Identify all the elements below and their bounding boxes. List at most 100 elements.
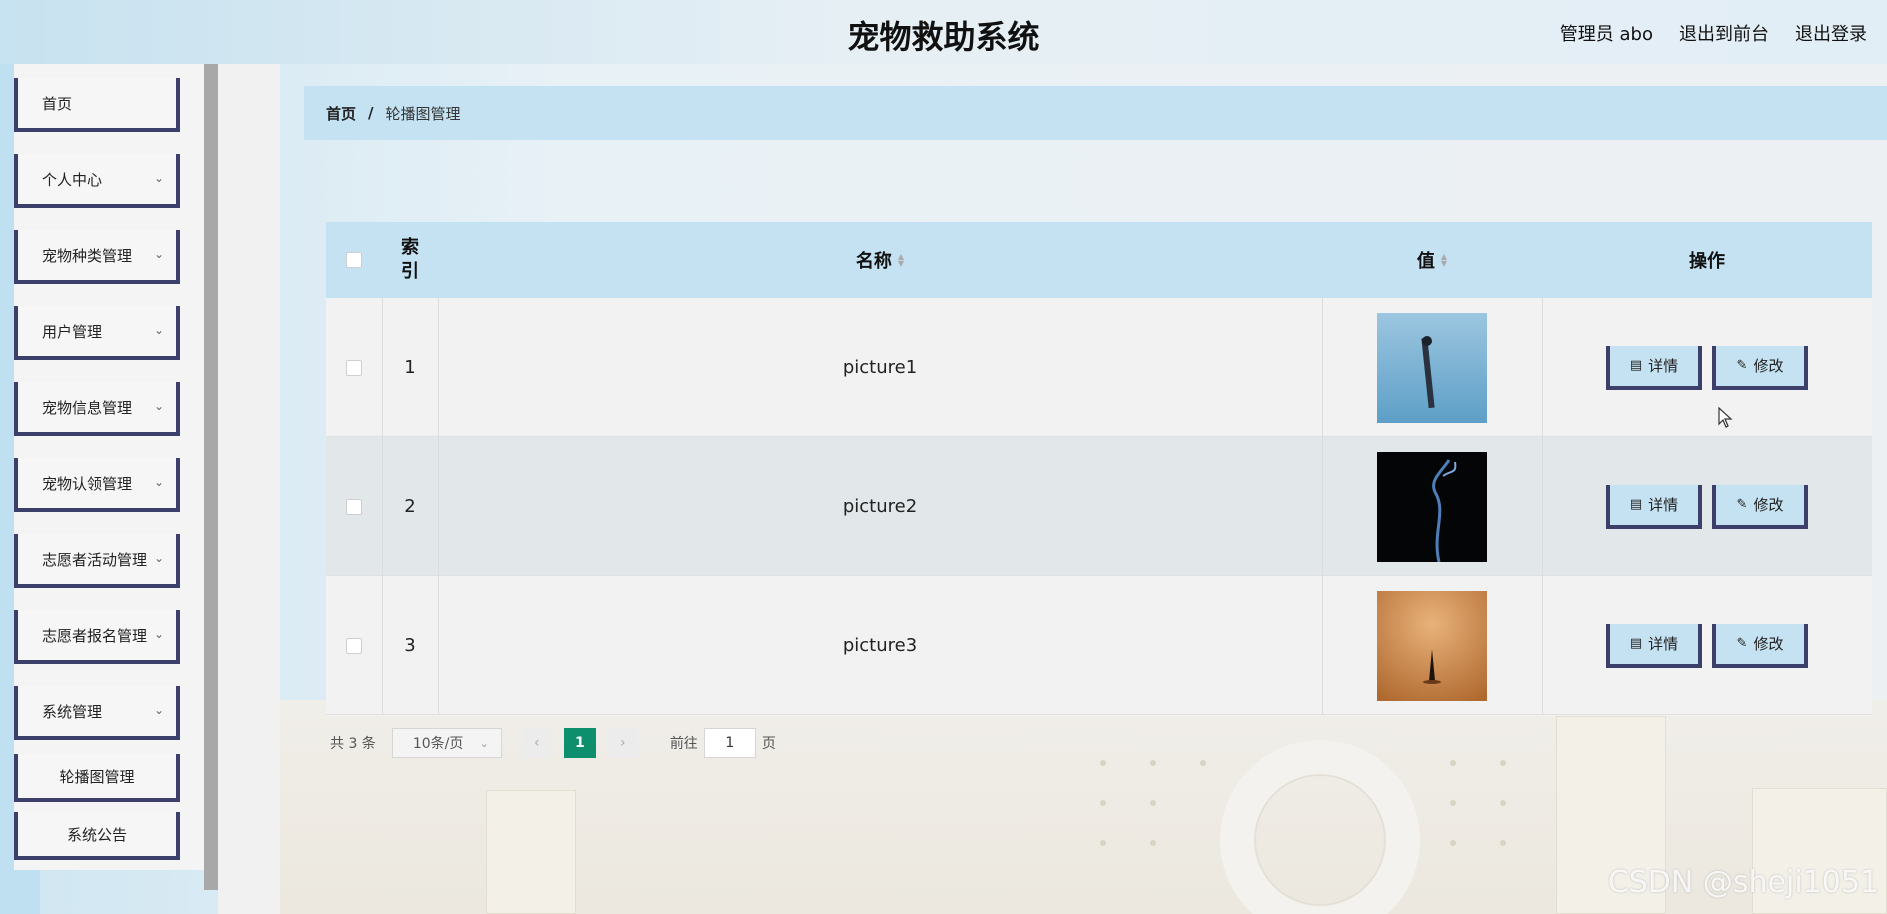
exit-to-front-link[interactable]: 退出到前台 xyxy=(1679,20,1769,46)
mouse-cursor-icon xyxy=(1718,407,1733,428)
watermark: CSDN @sheji1051 xyxy=(1607,865,1879,900)
chevron-down-icon: ⌄ xyxy=(153,399,164,413)
sidebar-item-home[interactable]: 首页 xyxy=(14,78,180,132)
edit-button[interactable]: ✎ 修改 xyxy=(1712,345,1808,390)
sidebar-item-volunteer-signup[interactable]: 志愿者报名管理 ⌄ xyxy=(14,610,180,664)
sidebar-item-volunteer-activity[interactable]: 志愿者活动管理 ⌄ xyxy=(14,534,180,588)
document-icon: ▤ xyxy=(1629,497,1643,512)
chevron-down-icon: ⌄ xyxy=(153,551,164,565)
carousel-thumbnail[interactable] xyxy=(1377,590,1487,701)
edit-label: 修改 xyxy=(1753,635,1784,653)
header-links: 管理员 abo 退出到前台 退出登录 xyxy=(1560,20,1867,46)
select-all-cell xyxy=(326,222,382,298)
header-actions: 操作 xyxy=(1542,222,1872,298)
breadcrumb-home[interactable]: 首页 xyxy=(326,103,356,124)
pencil-icon: ✎ xyxy=(1736,358,1748,373)
detail-button[interactable]: ▤ 详情 xyxy=(1606,623,1702,668)
row-name: picture3 xyxy=(842,635,918,656)
top-header: 宠物救助系统 管理员 abo 退出到前台 退出登录 xyxy=(0,0,1887,64)
row-index: 1 xyxy=(404,357,416,378)
header-name[interactable]: 名称 ▲ ▼ xyxy=(438,222,1322,298)
total-count: 共 3 条 xyxy=(330,736,376,752)
detail-label: 详情 xyxy=(1648,357,1679,375)
header-value-label: 值 xyxy=(1416,251,1435,272)
goto-prefix: 前往 xyxy=(669,736,698,752)
sidebar-item-label: 用户管理 xyxy=(42,322,103,341)
chevron-right-icon: › xyxy=(620,735,626,751)
carousel-thumbnail[interactable] xyxy=(1377,451,1487,562)
pencil-icon: ✎ xyxy=(1736,497,1748,512)
edit-label: 修改 xyxy=(1753,496,1784,514)
sidebar-item-label: 系统管理 xyxy=(42,702,103,721)
edit-label: 修改 xyxy=(1753,357,1784,375)
header-name-label: 名称 xyxy=(855,251,892,272)
sidebar-item-label: 轮播图管理 xyxy=(59,767,135,786)
sidebar-item-carousel[interactable]: 轮播图管理 xyxy=(14,754,180,802)
row-name: picture2 xyxy=(842,496,918,517)
header-actions-label: 操作 xyxy=(1689,251,1725,272)
sidebar-item-pet-category[interactable]: 宠物种类管理 ⌄ xyxy=(14,230,180,284)
table-row: 3 picture3 ▤ 详情 ✎ 修改 xyxy=(326,576,1872,715)
breadcrumb-separator: / xyxy=(368,104,374,122)
sidebar-item-label: 宠物认领管理 xyxy=(42,474,133,493)
header-value[interactable]: 值 ▲ ▼ xyxy=(1322,222,1542,298)
edit-button[interactable]: ✎ 修改 xyxy=(1712,623,1808,668)
chevron-down-icon: ⌄ xyxy=(153,323,164,337)
row-checkbox[interactable] xyxy=(346,637,362,654)
sidebar-item-label: 宠物信息管理 xyxy=(42,398,133,417)
chevron-left-icon: ‹ xyxy=(534,735,540,751)
table-row: 2 picture2 ▤ 详情 ✎ 修改 xyxy=(326,437,1872,576)
goto-page-input[interactable]: 1 xyxy=(703,728,756,758)
header-index-label: 索引 xyxy=(401,237,419,282)
table-row: 1 picture1 ▤ 详情 ✎ 修改 xyxy=(326,298,1872,437)
header-index: 索引 xyxy=(382,222,438,298)
detail-button[interactable]: ▤ 详情 xyxy=(1606,484,1702,529)
sidebar-item-users[interactable]: 用户管理 ⌄ xyxy=(14,306,180,360)
sidebar-item-label: 志愿者活动管理 xyxy=(42,550,148,569)
sidebar-item-label: 宠物种类管理 xyxy=(42,246,133,265)
pagination: 共 3 条 10条/页 ⌄ ‹ 1 › 前往 1 页 xyxy=(330,728,776,758)
row-index: 3 xyxy=(404,635,416,656)
sidebar-gap xyxy=(218,64,280,914)
sort-icon[interactable]: ▲ ▼ xyxy=(1441,253,1447,268)
detail-button[interactable]: ▤ 详情 xyxy=(1606,345,1702,390)
select-all-checkbox[interactable] xyxy=(346,252,362,268)
page-size-value: 10条/页 xyxy=(412,736,464,752)
page-size-select[interactable]: 10条/页 ⌄ xyxy=(391,728,502,758)
sidebar-item-label: 首页 xyxy=(42,94,73,113)
detail-label: 详情 xyxy=(1648,635,1679,653)
sort-icon[interactable]: ▲ ▼ xyxy=(898,253,904,268)
page-1-button[interactable]: 1 xyxy=(563,728,596,758)
chevron-down-icon: ⌄ xyxy=(153,247,164,261)
pencil-icon: ✎ xyxy=(1736,636,1748,651)
chevron-down-icon: ⌄ xyxy=(153,703,164,717)
table-header: 索引 名称 ▲ ▼ 值 ▲ ▼ 操作 xyxy=(326,222,1872,298)
document-icon: ▤ xyxy=(1629,358,1643,373)
sidebar-item-label: 个人中心 xyxy=(42,170,103,189)
breadcrumb: 首页 / 轮播图管理 xyxy=(304,86,1887,140)
sidebar-item-system[interactable]: 系统管理 ⌄ xyxy=(14,686,180,740)
sidebar-item-pet-info[interactable]: 宠物信息管理 ⌄ xyxy=(14,382,180,436)
chevron-down-icon: ⌄ xyxy=(479,736,489,750)
background-block xyxy=(486,790,576,914)
next-page-button[interactable]: › xyxy=(607,728,638,758)
sidebar-item-announcement[interactable]: 系统公告 xyxy=(14,812,180,860)
chevron-down-icon: ⌄ xyxy=(153,171,164,185)
admin-user-label[interactable]: 管理员 abo xyxy=(1560,20,1653,46)
row-checkbox[interactable] xyxy=(346,359,362,376)
breadcrumb-current: 轮播图管理 xyxy=(385,104,461,123)
goto-suffix: 页 xyxy=(761,736,776,752)
prev-page-button[interactable]: ‹ xyxy=(521,728,552,758)
row-checkbox[interactable] xyxy=(346,498,362,515)
edit-button[interactable]: ✎ 修改 xyxy=(1712,484,1808,529)
sidebar-item-personal-center[interactable]: 个人中心 ⌄ xyxy=(14,154,180,208)
chevron-down-icon: ⌄ xyxy=(153,475,164,489)
carousel-table: 索引 名称 ▲ ▼ 值 ▲ ▼ 操作 1 picture1 ▤ 详情 ✎ 修改 … xyxy=(326,222,1872,716)
sidebar-scrollbar[interactable] xyxy=(204,64,218,890)
sidebar-item-label: 系统公告 xyxy=(66,825,127,844)
carousel-thumbnail[interactable] xyxy=(1377,312,1487,423)
document-icon: ▤ xyxy=(1629,636,1643,651)
logout-link[interactable]: 退出登录 xyxy=(1795,20,1867,46)
row-index: 2 xyxy=(404,496,416,517)
sidebar-item-pet-claim[interactable]: 宠物认领管理 ⌄ xyxy=(14,458,180,512)
